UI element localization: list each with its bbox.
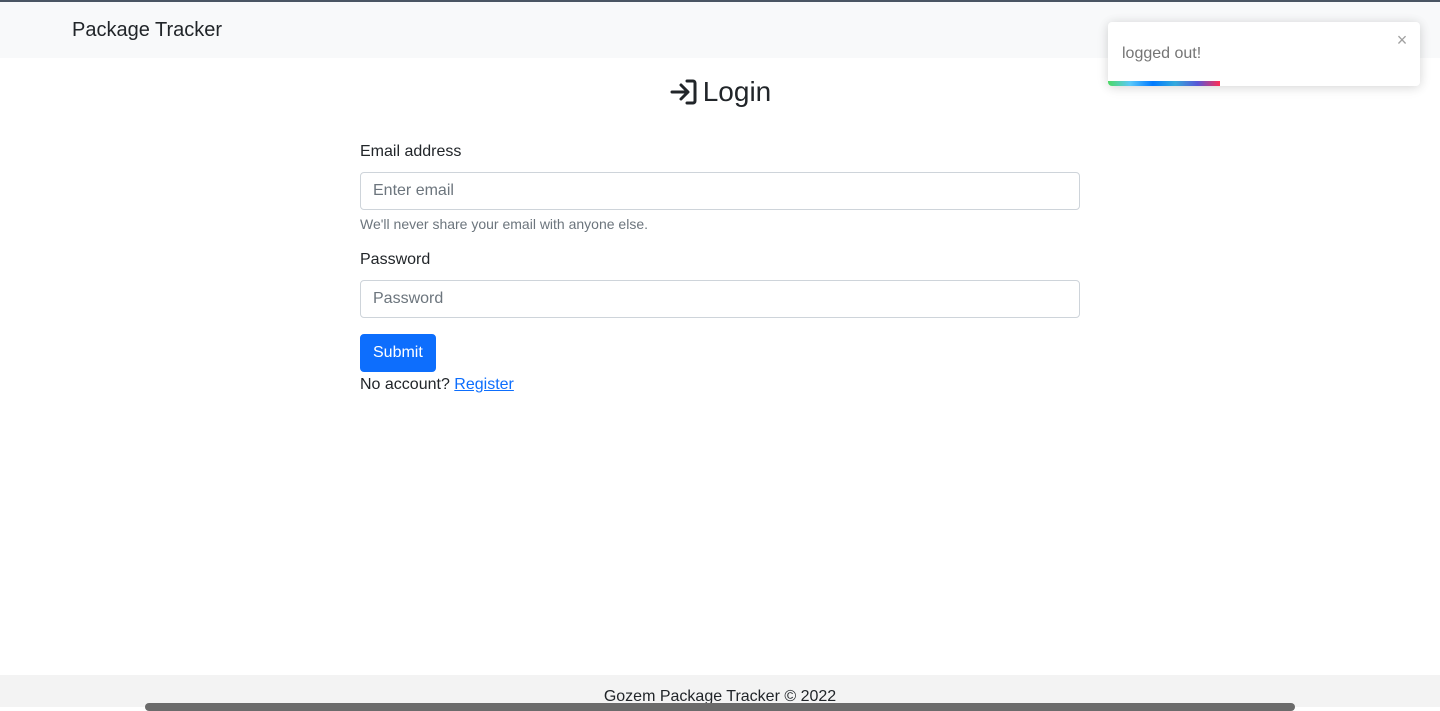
horizontal-scrollbar[interactable]	[145, 703, 1295, 711]
toast-message: logged out!	[1122, 45, 1202, 62]
toast-progress-bar	[1108, 81, 1221, 86]
login-title-text: Login	[702, 76, 772, 107]
close-icon[interactable]: ×	[1394, 31, 1410, 49]
email-help-text: We'll never share your email with anyone…	[360, 216, 648, 232]
footer: Gozem Package Tracker © 2022	[0, 675, 1440, 711]
email-field[interactable]	[360, 172, 1080, 210]
password-label: Password	[360, 251, 431, 268]
password-field[interactable]	[360, 280, 1080, 318]
submit-button[interactable]: Submit	[360, 334, 436, 372]
login-form: Email address We'll never share your ema…	[360, 140, 1080, 397]
no-account-text: No account?	[360, 376, 450, 393]
register-link[interactable]: Register	[454, 376, 514, 393]
register-line: No account? Register	[360, 373, 1080, 397]
login-arrow-icon	[670, 79, 697, 105]
email-label: Email address	[360, 143, 462, 160]
toast-notification: logged out! ×	[1108, 22, 1420, 86]
navbar-brand[interactable]: Package Tracker	[72, 18, 222, 42]
